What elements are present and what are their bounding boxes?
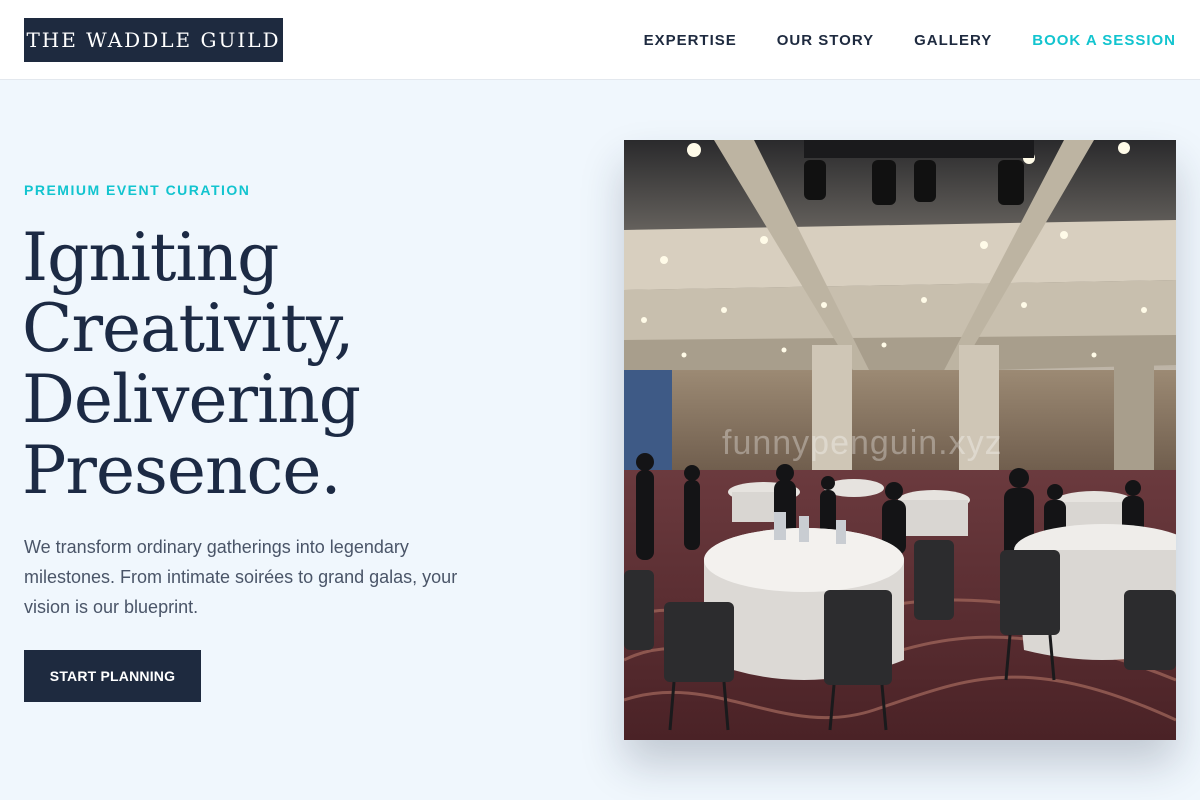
ballroom-event-photo: funnypenguin.xyz [624, 140, 1176, 740]
headline-line: Delivering [22, 361, 361, 438]
nav-link-our-story[interactable]: OUR STORY [777, 32, 874, 49]
main-nav: EXPERTISE OUR STORY GALLERY BOOK A SESSI… [644, 0, 1176, 80]
hero-headline: Igniting Creativity, Delivering Presence… [22, 222, 582, 506]
hero-description: We transform ordinary gatherings into le… [24, 537, 458, 617]
nav-link-gallery[interactable]: GALLERY [914, 32, 992, 49]
nav-link-expertise[interactable]: EXPERTISE [644, 32, 737, 49]
image-watermark: funnypenguin.xyz [722, 424, 1003, 462]
hero-eyebrow: PREMIUM EVENT CURATION [24, 182, 251, 198]
start-planning-button[interactable]: START PLANNING [24, 650, 201, 702]
headline-line: Igniting [22, 219, 279, 296]
headline-line: Presence. [22, 432, 341, 509]
site-header: THE WADDLE GUILD EXPERTISE OUR STORY GAL… [0, 0, 1200, 80]
nav-link-book-a-session[interactable]: BOOK A SESSION [1032, 32, 1176, 49]
brand-name: THE WADDLE GUILD [26, 28, 281, 52]
headline-line: Creativity, [22, 290, 355, 367]
brand-logo[interactable]: THE WADDLE GUILD [24, 18, 283, 62]
